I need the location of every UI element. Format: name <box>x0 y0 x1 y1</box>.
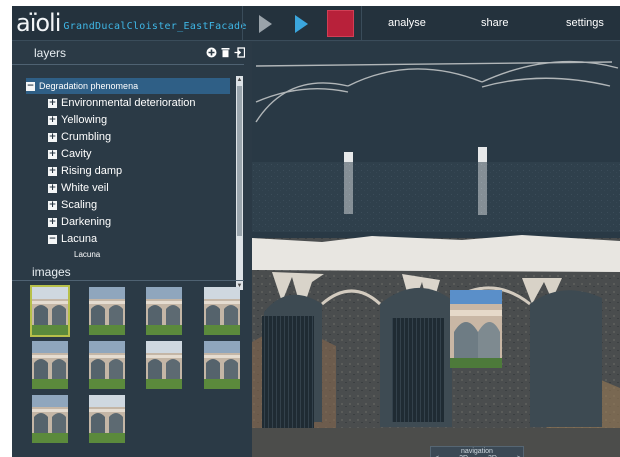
expand-icon[interactable]: + <box>48 200 57 210</box>
image-thumbnail[interactable] <box>32 341 68 389</box>
tree-item-scaling[interactable]: + Scaling <box>48 197 97 213</box>
image-thumbnail[interactable] <box>89 287 125 335</box>
navigation-control: navigation < 2D 3D > <box>430 446 524 457</box>
images-title: images <box>32 265 71 279</box>
image-thumbnail[interactable] <box>146 341 182 389</box>
project-title: GrandDucalCloister_EastFacade <box>63 21 247 32</box>
tree-item-environmental[interactable]: + Environmental deterioration <box>48 95 196 111</box>
cloister-photo <box>89 395 125 443</box>
cloister-photo <box>32 287 68 335</box>
cloister-photo <box>146 287 182 335</box>
oriented-photo-overlay[interactable] <box>450 290 502 368</box>
tree-item-label: Yellowing <box>61 114 108 126</box>
layers-divider <box>12 64 244 65</box>
tree-item-label: Darkening <box>61 216 112 228</box>
tree-item-label: Scaling <box>61 199 98 211</box>
image-thumbnail[interactable] <box>32 395 68 443</box>
app-window: aïoli GrandDucalCloister_EastFacade anal… <box>12 6 620 457</box>
tree-item-label: Crumbling <box>61 131 112 143</box>
cursor-arrow-icon <box>259 15 272 33</box>
lower-facade <box>252 235 620 457</box>
cloister-photo <box>89 341 125 389</box>
play-button[interactable] <box>289 12 313 36</box>
toolbar-separator <box>361 6 362 41</box>
expand-icon[interactable]: + <box>48 183 57 193</box>
tree-child-lacuna[interactable]: Lacuna <box>74 246 100 262</box>
layer-toolbar <box>206 47 245 58</box>
expand-icon[interactable]: + <box>48 98 57 108</box>
tree-item-label: Lacuna <box>61 233 98 245</box>
cloister-photo <box>89 287 125 335</box>
menu-settings[interactable]: settings <box>566 6 604 41</box>
image-thumbnail[interactable] <box>30 285 70 337</box>
collapse-icon[interactable]: − <box>48 234 57 244</box>
expand-icon[interactable]: + <box>48 166 57 176</box>
toolbar-separator <box>242 6 243 41</box>
collapse-icon[interactable]: − <box>26 81 35 91</box>
tree-item-label: White veil <box>61 182 109 194</box>
tree-item-darkening[interactable]: + Darkening <box>48 214 111 230</box>
layers-title: layers <box>34 46 67 60</box>
expand-icon[interactable]: + <box>48 115 57 125</box>
tree-item-cavity[interactable]: + Cavity <box>48 146 92 162</box>
play-icon <box>295 15 308 33</box>
image-thumbnail[interactable] <box>89 395 125 443</box>
layer-tree-scrollbar[interactable]: ▲ ▼ <box>236 76 243 290</box>
image-thumbnail[interactable] <box>89 341 125 389</box>
cloister-photo <box>146 341 182 389</box>
image-thumbnail[interactable] <box>146 287 182 335</box>
import-icon[interactable] <box>234 47 245 58</box>
cloister-photo <box>204 341 240 389</box>
tree-root-degradation[interactable]: − Degradation phenomena <box>26 78 230 94</box>
menu-share[interactable]: share <box>481 6 509 41</box>
tree-item-white-veil[interactable]: + White veil <box>48 180 109 196</box>
images-divider <box>12 280 244 281</box>
tree-item-rising-damp[interactable]: + Rising damp <box>48 163 122 179</box>
stop-button[interactable] <box>327 10 354 37</box>
app-logo[interactable]: aïoli GrandDucalCloister_EastFacade <box>16 10 247 36</box>
select-tool-button[interactable] <box>253 12 277 36</box>
pointcloud-viewer[interactable]: navigation < 2D 3D > <box>252 42 620 457</box>
scroll-up-icon[interactable]: ▲ <box>236 77 243 83</box>
layer-tree: − Degradation phenomena + Environmental … <box>22 72 244 288</box>
delete-icon[interactable] <box>220 47 231 58</box>
tree-root-label: Degradation phenomena <box>39 81 139 91</box>
add-icon[interactable] <box>206 47 217 58</box>
tree-item-yellowing[interactable]: + Yellowing <box>48 112 107 128</box>
tree-item-label: Environmental deterioration <box>61 97 196 109</box>
tree-item-label: Rising damp <box>61 165 123 177</box>
tree-child-label: Lacuna <box>74 249 101 259</box>
cloister-photo <box>32 395 68 443</box>
scrollbar-thumb[interactable] <box>237 86 242 236</box>
cloister-photo <box>204 287 240 335</box>
image-thumbnail[interactable] <box>204 287 240 335</box>
left-panel: layers − Degradation phenomena + Environ… <box>12 42 252 457</box>
expand-icon[interactable]: + <box>48 149 57 159</box>
image-thumbnail[interactable] <box>204 341 240 389</box>
brand-name: aïoli <box>16 9 61 37</box>
menu-analyse[interactable]: analyse <box>388 6 426 41</box>
expand-icon[interactable]: + <box>48 132 57 142</box>
tree-item-crumbling[interactable]: + Crumbling <box>48 129 111 145</box>
pointcloud-render[interactable] <box>252 42 620 457</box>
cloister-photo <box>32 341 68 389</box>
tree-item-lacuna[interactable]: − Lacuna <box>48 231 97 247</box>
top-bar: aïoli GrandDucalCloister_EastFacade anal… <box>12 6 620 41</box>
expand-icon[interactable]: + <box>48 217 57 227</box>
tree-item-label: Cavity <box>61 148 92 160</box>
